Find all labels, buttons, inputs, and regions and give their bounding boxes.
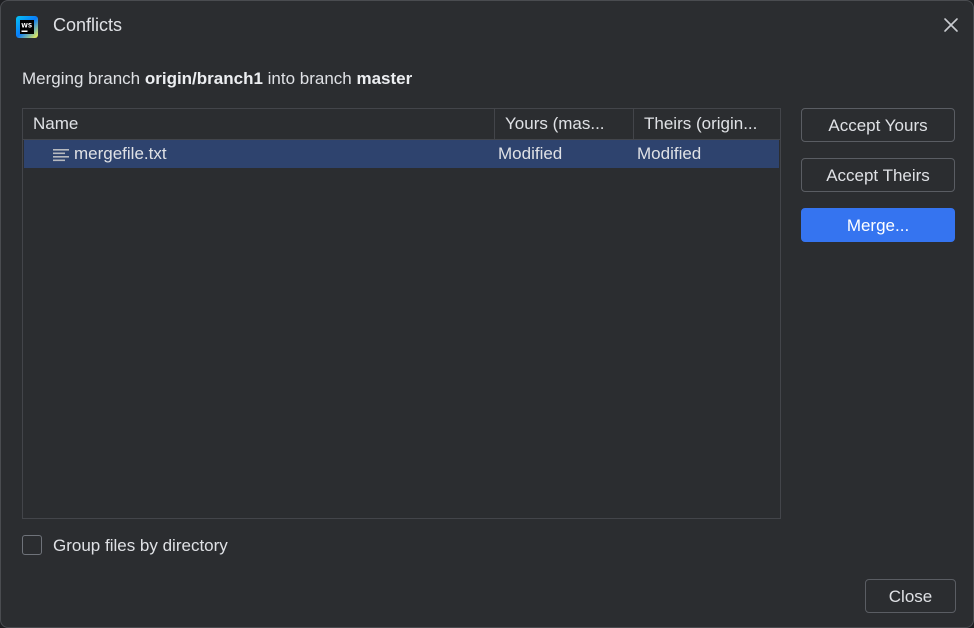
column-header-yours[interactable]: Yours (mas...	[494, 109, 633, 139]
merge-description: Merging branch origin/branch1 into branc…	[22, 69, 412, 89]
source-branch: origin/branch1	[144, 69, 263, 88]
target-branch: master	[356, 69, 413, 88]
dialog-title: Conflicts	[53, 15, 123, 35]
text-file-icon	[53, 149, 69, 162]
table-row[interactable]: mergefile.txt Modified Modified	[24, 140, 779, 168]
file-name: mergefile.txt	[74, 144, 167, 163]
conflicts-dialog: WS Conflicts Merging branch origin/branc…	[0, 0, 974, 628]
close-button[interactable]: Close	[865, 579, 956, 613]
yours-status: Modified	[498, 144, 563, 163]
table-header: Name Yours (mas... Theirs (origin...	[23, 109, 780, 140]
group-by-directory-checkbox[interactable]	[22, 535, 42, 555]
conflicts-table: Name Yours (mas... Theirs (origin... mer…	[22, 108, 781, 519]
merge-description-prefix: Merging branch	[22, 69, 145, 88]
accept-yours-button[interactable]: Accept Yours	[801, 108, 955, 142]
merge-description-middle: into branch	[262, 69, 357, 88]
title-bar: WS Conflicts	[1, 1, 973, 51]
accept-theirs-button[interactable]: Accept Theirs	[801, 158, 955, 192]
close-icon[interactable]	[941, 15, 961, 35]
column-header-theirs[interactable]: Theirs (origin...	[633, 109, 780, 139]
webstorm-app-icon: WS	[16, 16, 38, 38]
svg-text:WS: WS	[21, 23, 32, 30]
column-header-name[interactable]: Name	[23, 109, 494, 139]
group-by-directory-label[interactable]: Group files by directory	[53, 535, 228, 557]
theirs-status: Modified	[637, 144, 702, 163]
merge-button[interactable]: Merge...	[801, 208, 955, 242]
